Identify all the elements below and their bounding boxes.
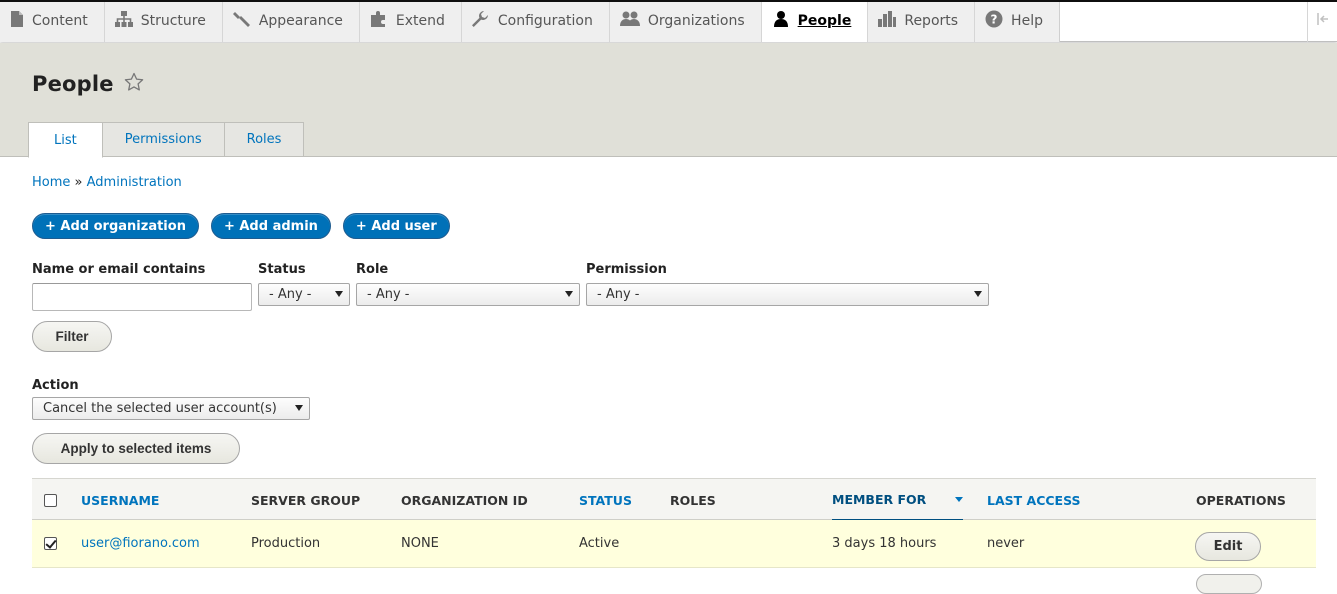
- toolbar-item-people[interactable]: People: [761, 0, 869, 42]
- dropdown-arrow-icon: [335, 291, 343, 297]
- filter-button[interactable]: Filter: [32, 321, 112, 352]
- organization-id-cell: NONE: [401, 535, 439, 551]
- bulk-action-select[interactable]: Cancel the selected user account(s): [32, 397, 310, 420]
- column-header-last-access[interactable]: Last access: [987, 479, 1081, 521]
- extend-icon: [370, 11, 396, 31]
- permission-filter-label: Permission: [586, 262, 667, 277]
- status-filter-select[interactable]: - Any -: [258, 283, 350, 306]
- toolbar-item-reports[interactable]: Reports: [868, 0, 976, 42]
- column-header-roles: Roles: [670, 492, 716, 508]
- apply-to-selected-button[interactable]: Apply to selected items: [32, 433, 240, 464]
- toolbar-item-structure[interactable]: Structure: [104, 0, 223, 42]
- appearance-icon: [232, 11, 259, 31]
- member-for-cell: 3 days 18 hours: [832, 535, 937, 551]
- permission-filter-value: - Any -: [597, 287, 640, 302]
- role-filter-value: - Any -: [367, 287, 410, 302]
- people-icon: [772, 10, 798, 32]
- next-row-edit-button[interactable]: [1196, 574, 1262, 594]
- star-icon[interactable]: [124, 72, 144, 97]
- role-filter-select[interactable]: - Any -: [356, 283, 580, 306]
- tab-roles[interactable]: Roles: [224, 122, 305, 157]
- people-table: Username Server group Organization ID St…: [32, 478, 1316, 594]
- column-header-server-group: Server group: [251, 492, 361, 508]
- dropdown-arrow-icon: [565, 291, 573, 297]
- column-header-status[interactable]: Status: [579, 479, 632, 521]
- status-filter-value: - Any -: [269, 287, 312, 302]
- toolbar-item-label: Structure: [140, 13, 206, 29]
- toolbar-item-help[interactable]: ? Help: [975, 0, 1060, 42]
- toolbar-item-label: Extend: [395, 13, 445, 29]
- role-filter-label: Role: [356, 262, 389, 277]
- page-title-wrap: People: [32, 71, 144, 97]
- toolbar-spacer: [1059, 0, 1307, 41]
- collapse-arrow-icon: [1316, 13, 1329, 29]
- toolbar-item-content[interactable]: Content: [0, 0, 105, 42]
- status-cell: Active: [579, 535, 620, 551]
- column-header-member-for-label: Member for: [832, 491, 927, 507]
- toolbar-orientation-toggle[interactable]: [1307, 0, 1337, 42]
- permission-filter-select[interactable]: - Any -: [586, 283, 989, 306]
- bulk-action-value: Cancel the selected user account(s): [43, 401, 277, 416]
- breadcrumb-administration[interactable]: Administration: [87, 175, 182, 190]
- toolbar-item-extend[interactable]: Extend: [359, 0, 462, 42]
- username-link[interactable]: user@fiorano.com: [81, 520, 200, 566]
- reports-icon: [878, 11, 904, 31]
- row-select-checkbox[interactable]: [44, 536, 57, 550]
- breadcrumb-separator: »: [74, 175, 83, 190]
- action-label: Action: [32, 378, 79, 393]
- wrench-icon: [471, 11, 498, 31]
- name-filter-input[interactable]: [32, 283, 252, 311]
- table-row: user@fiorano.com Production NONE Active …: [32, 520, 1316, 568]
- tab-list[interactable]: List: [28, 122, 103, 158]
- add-user-button[interactable]: + Add user: [342, 213, 450, 239]
- toolbar-item-label: Help: [1011, 13, 1043, 29]
- status-filter-label: Status: [258, 262, 306, 277]
- content-icon: [10, 11, 32, 31]
- name-filter-label: Name or email contains: [32, 262, 206, 277]
- breadcrumb-home[interactable]: Home: [32, 175, 70, 190]
- table-header: Username Server group Organization ID St…: [32, 478, 1316, 521]
- server-group-cell: Production: [251, 535, 321, 551]
- admin-toolbar: Content Structure Appearance Extend Conf…: [0, 0, 1337, 42]
- toolbar-item-label: Content: [32, 13, 88, 29]
- operations-cell: Edit: [1195, 523, 1261, 569]
- toolbar-item-configuration[interactable]: Configuration: [461, 0, 610, 42]
- sort-descending-icon: [955, 497, 963, 502]
- add-admin-button[interactable]: + Add admin: [210, 213, 331, 239]
- toolbar-item-label: Reports: [904, 13, 959, 29]
- last-access-cell: never: [987, 535, 1025, 551]
- column-header-operations: Operations: [1196, 492, 1286, 508]
- tab-permissions[interactable]: Permissions: [102, 122, 225, 157]
- toolbar-item-organizations[interactable]: Organizations: [609, 0, 762, 42]
- help-icon: ?: [985, 10, 1011, 32]
- structure-icon: [114, 11, 141, 31]
- add-organization-button[interactable]: + Add organization: [32, 213, 199, 239]
- action-links: + Add organization + Add admin + Add use…: [32, 213, 450, 239]
- toolbar-item-label: People: [797, 13, 852, 29]
- toolbar-item-label: Configuration: [497, 13, 593, 29]
- column-header-organization-id: Organization ID: [401, 492, 528, 508]
- page-header: People List Permissions Roles: [0, 43, 1337, 158]
- column-header-member-for[interactable]: Member for: [832, 479, 963, 521]
- column-header-username[interactable]: Username: [81, 479, 159, 521]
- toolbar-item-appearance[interactable]: Appearance: [222, 0, 360, 42]
- page-title: People: [32, 72, 114, 96]
- primary-tabs: List Permissions Roles: [28, 122, 305, 158]
- organizations-icon: [619, 11, 648, 31]
- toolbar-item-label: Appearance: [258, 13, 343, 29]
- breadcrumb: Home » Administration: [32, 175, 182, 190]
- dropdown-arrow-icon: [974, 291, 982, 297]
- select-all-checkbox[interactable]: [44, 493, 57, 507]
- edit-button[interactable]: Edit: [1195, 531, 1261, 561]
- toolbar-top-border: [0, 0, 1337, 2]
- filter-form: Name or email contains Status - Any - Ro…: [32, 262, 1002, 322]
- toolbar-item-label: Organizations: [647, 13, 745, 29]
- dropdown-arrow-icon: [295, 405, 303, 411]
- svg-text:?: ?: [991, 13, 998, 27]
- row-select-cell: [44, 520, 57, 566]
- select-all-cell: [44, 479, 57, 521]
